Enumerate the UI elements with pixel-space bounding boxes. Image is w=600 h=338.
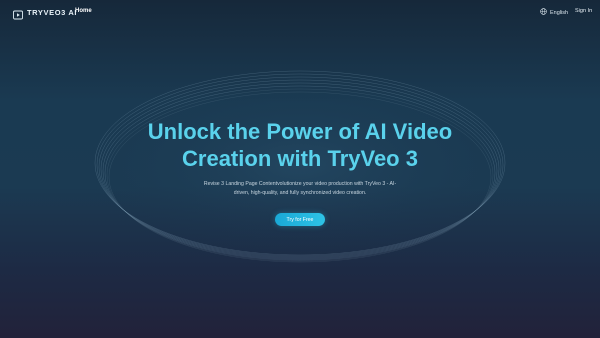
hero-title-line-1: Unlock the Power of AI Video (147, 119, 453, 144)
hero-subtitle-line-2: driven, high-quality, and fully synchron… (233, 190, 367, 196)
brand-name: TRYVEO3 AI (27, 7, 78, 17)
language-selector[interactable]: English (540, 8, 568, 17)
nav-home-link[interactable]: Home (75, 8, 92, 14)
language-label: English (550, 9, 569, 16)
sign-in-link[interactable]: Sign In (575, 8, 592, 14)
hero-title: Unlock the Power of AI Video Creation wi… (0, 118, 600, 172)
brand-logo[interactable]: TRYVEO3 AI (13, 7, 78, 20)
hero-subtitle: Revise 3 Landing Page Contentvolutionize… (200, 180, 400, 198)
play-square-icon (13, 7, 23, 20)
globe-icon (540, 8, 547, 17)
hero-title-line-2: Creation with TryVeo 3 (182, 146, 418, 171)
hero-subtitle-line-1: Revise 3 Landing Page Contentvolutionize… (203, 181, 397, 187)
top-navigation: TRYVEO3 AI Home English Sign In (0, 0, 600, 26)
try-for-free-button[interactable]: Try for Free (275, 213, 325, 226)
